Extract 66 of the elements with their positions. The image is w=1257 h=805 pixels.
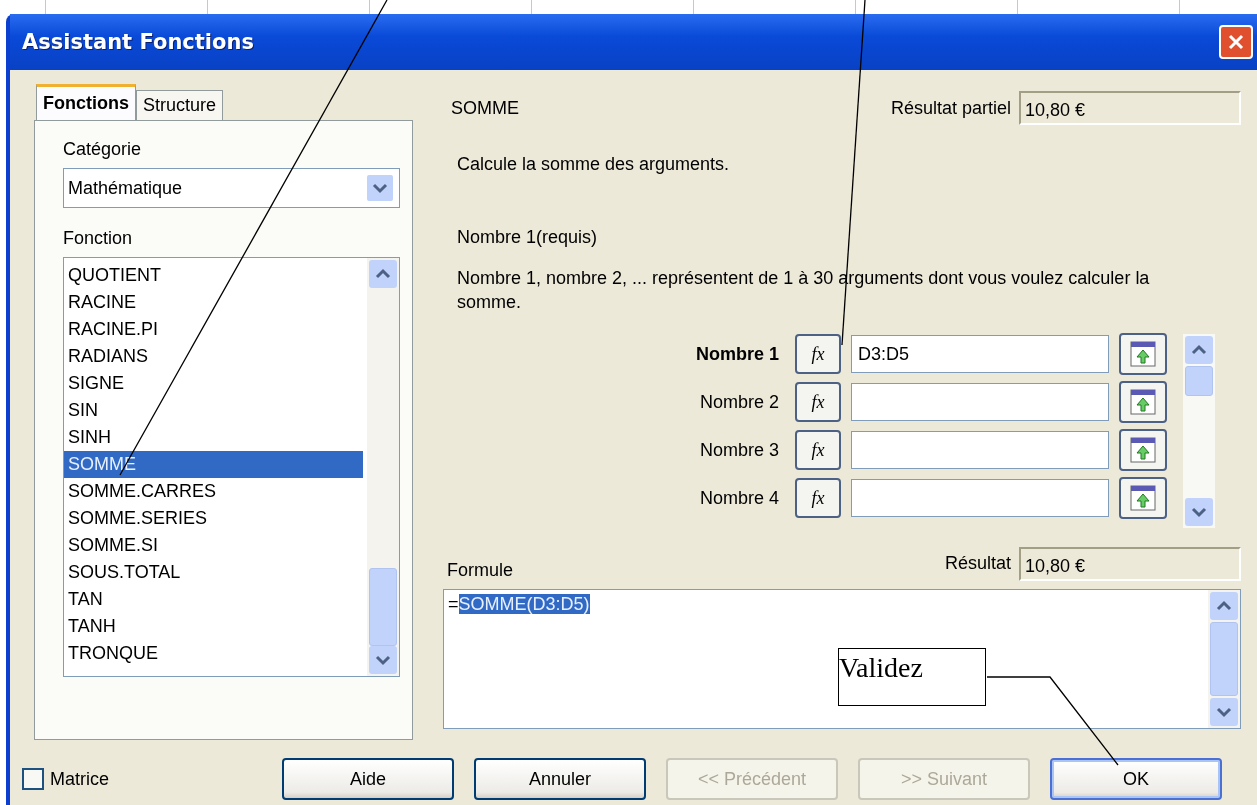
scroll-down-icon[interactable]: [369, 646, 397, 674]
shrink-button[interactable]: [1119, 429, 1167, 471]
scroll-down-icon[interactable]: [1185, 498, 1213, 526]
list-item[interactable]: SIGNE: [64, 370, 363, 397]
argument-field[interactable]: [851, 479, 1109, 517]
close-button[interactable]: [1219, 25, 1253, 59]
list-item[interactable]: QUOTIENT: [64, 262, 363, 289]
argument-label: Nombre 3: [698, 439, 780, 461]
function-button[interactable]: fx: [795, 430, 841, 470]
scrollbar[interactable]: [367, 258, 399, 676]
list-item[interactable]: RADIANS: [64, 343, 363, 370]
argument-field[interactable]: [851, 383, 1109, 421]
shrink-button[interactable]: [1119, 333, 1167, 375]
argument-title: Nombre 1(requis): [457, 227, 599, 248]
result-field: 10,80 €: [1019, 546, 1241, 581]
list-item[interactable]: RACINE: [64, 289, 363, 316]
argument-field[interactable]: D3:D5: [851, 335, 1109, 373]
function-button[interactable]: fx: [795, 382, 841, 422]
list-item[interactable]: TANH: [64, 613, 363, 640]
argument-label: Nombre 4: [698, 487, 780, 509]
list-item[interactable]: SOUS.TOTAL: [64, 559, 363, 586]
category-dropdown[interactable]: Mathématique: [63, 168, 400, 208]
callout-label: Validez: [838, 648, 986, 706]
window-title: Assistant Fonctions: [22, 30, 254, 54]
scrollbar[interactable]: [1183, 334, 1215, 528]
scroll-up-icon[interactable]: [1185, 336, 1213, 364]
list-item[interactable]: SOMME.SI: [64, 532, 363, 559]
scroll-down-icon[interactable]: [1210, 698, 1238, 726]
list-item[interactable]: SOMME.CARRES: [64, 478, 363, 505]
scroll-thumb[interactable]: [1185, 366, 1213, 396]
partial-result-field: 10,80 €: [1019, 91, 1241, 125]
list-item[interactable]: TAN: [64, 586, 363, 613]
dialog-button[interactable]: OK: [1050, 758, 1222, 800]
scroll-up-icon[interactable]: [369, 260, 397, 288]
formula-label: Formule: [447, 560, 513, 581]
argument-field[interactable]: [851, 431, 1109, 469]
selected-formula-text: SOMME(D3:D5): [458, 594, 590, 614]
shrink-button[interactable]: [1119, 381, 1167, 423]
partial-result-label: Résultat partiel: [890, 97, 1011, 119]
argument-label: Nombre 1: [694, 343, 780, 365]
list-item[interactable]: TRONQUE: [64, 640, 363, 667]
list-item[interactable]: SOMME.SERIES: [64, 505, 363, 532]
tab[interactable]: Fonctions: [36, 84, 136, 120]
list-item[interactable]: SINH: [64, 424, 363, 451]
function-name: SOMME: [451, 97, 519, 119]
tab[interactable]: Structure: [136, 90, 224, 120]
function-button[interactable]: fx: [795, 478, 841, 518]
dialog-button[interactable]: Aide: [282, 758, 454, 800]
shrink-button[interactable]: [1119, 477, 1167, 519]
scroll-thumb[interactable]: [1210, 622, 1238, 696]
list-item[interactable]: SIN: [64, 397, 363, 424]
dialog-button[interactable]: Annuler: [474, 758, 646, 800]
function-description: Calcule la somme des arguments.: [457, 154, 731, 175]
scroll-up-icon[interactable]: [1210, 592, 1238, 620]
checkbox[interactable]: [22, 768, 44, 790]
result-label: Résultat: [944, 553, 1011, 574]
argument-label: Nombre 2: [698, 391, 780, 413]
checkbox-label: Matrice: [50, 768, 109, 790]
function-label: Fonction: [63, 228, 134, 249]
list-item[interactable]: RACINE.PI: [64, 316, 363, 343]
scrollbar[interactable]: [1208, 590, 1240, 728]
scroll-thumb[interactable]: [369, 568, 397, 646]
chevron-down-icon: [367, 175, 393, 201]
formula-text: =: [448, 594, 459, 614]
category-label: Catégorie: [63, 139, 143, 160]
function-button[interactable]: fx: [795, 334, 841, 374]
